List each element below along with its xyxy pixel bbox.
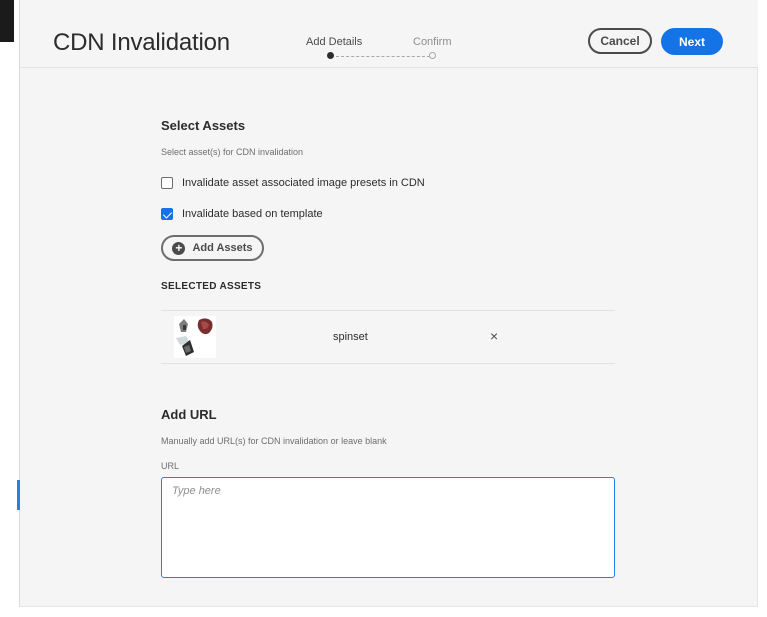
step-progress-indicator <box>327 51 437 61</box>
add-assets-label: Add Assets <box>192 242 253 254</box>
asset-thumbnail <box>174 316 216 358</box>
checkbox-image-presets[interactable] <box>161 177 173 189</box>
url-field-label: URL <box>161 461 180 471</box>
add-url-title: Add URL <box>161 407 217 422</box>
add-assets-button[interactable]: + Add Assets <box>161 235 264 261</box>
cancel-button[interactable]: Cancel <box>588 28 652 54</box>
list-item: spinset × <box>161 310 615 364</box>
option-image-presets[interactable]: Invalidate asset associated image preset… <box>161 177 425 189</box>
step-connector <box>336 56 430 57</box>
left-panel-edge <box>0 0 20 607</box>
close-icon[interactable]: × <box>490 328 498 344</box>
checkbox-template[interactable] <box>161 208 173 220</box>
add-url-subtitle: Manually add URL(s) for CDN invalidation… <box>161 436 387 446</box>
step-dot-next <box>429 52 436 59</box>
selected-assets-heading: SELECTED ASSETS <box>161 281 262 292</box>
page-title: CDN Invalidation <box>53 29 230 56</box>
header: CDN Invalidation Add Details Confirm Can… <box>20 0 758 68</box>
select-assets-subtitle: Select asset(s) for CDN invalidation <box>161 147 304 157</box>
left-panel-dark-block <box>0 0 14 42</box>
asset-name: spinset <box>333 331 368 343</box>
option-template-label: Invalidate based on template <box>182 208 323 220</box>
step-dot-current <box>327 52 334 59</box>
url-input[interactable] <box>161 477 615 578</box>
step-confirm: Confirm <box>413 36 452 48</box>
dialog: CDN Invalidation Add Details Confirm Can… <box>20 0 758 607</box>
next-button[interactable]: Next <box>661 28 723 55</box>
option-image-presets-label: Invalidate asset associated image preset… <box>182 177 425 189</box>
option-template[interactable]: Invalidate based on template <box>161 208 323 220</box>
select-assets-title: Select Assets <box>161 118 246 133</box>
step-add-details: Add Details <box>306 36 363 48</box>
plus-circle-icon: + <box>172 241 186 255</box>
